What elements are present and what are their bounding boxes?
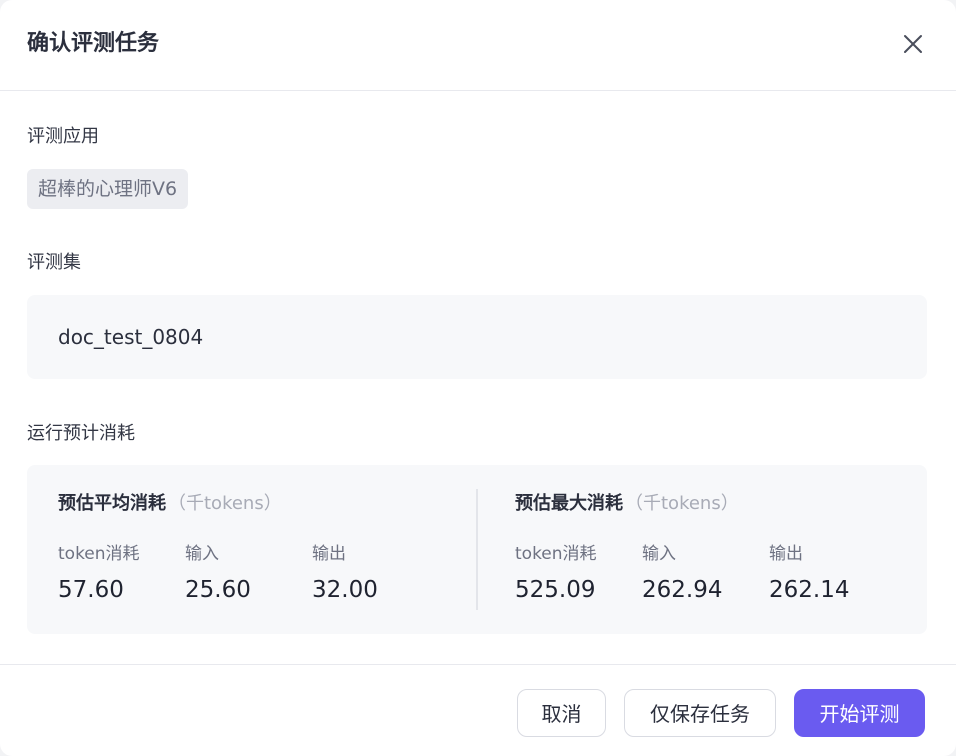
- average-cost-panel: 预估平均消耗 （千tokens） token消耗 57.60 输入 25.60 输…: [58, 491, 478, 611]
- cost-divider: [476, 489, 478, 610]
- average-cost-title: 预估平均消耗 （千tokens）: [58, 491, 282, 517]
- dialog-header: 确认评测任务: [0, 0, 956, 91]
- app-section-label: 评测应用: [27, 126, 99, 147]
- average-cost-unit: （千tokens）: [168, 493, 282, 514]
- metric-label: 输入: [642, 544, 676, 564]
- close-button[interactable]: [898, 29, 928, 59]
- max-cost-unit: （千tokens）: [625, 493, 739, 514]
- dataset-panel: doc_test_0804: [27, 295, 927, 379]
- metric-value: 57.60: [58, 577, 124, 603]
- max-cost-title: 预估最大消耗 （千tokens）: [515, 491, 739, 517]
- start-evaluation-button[interactable]: 开始评测: [794, 689, 925, 737]
- cost-panel: 预估平均消耗 （千tokens） token消耗 57.60 输入 25.60 输…: [27, 465, 927, 634]
- metric-label: 输出: [769, 544, 803, 564]
- confirm-evaluation-dialog: 确认评测任务 评测应用 超棒的心理师V6 评测集 doc_test_0804 运…: [0, 0, 956, 756]
- max-cost-panel: 预估最大消耗 （千tokens） token消耗 525.09 输入 262.94…: [515, 491, 935, 611]
- dataset-name: doc_test_0804: [58, 325, 204, 349]
- max-input-metric: 输入 262.94: [642, 542, 722, 604]
- metric-label: 输出: [312, 544, 346, 564]
- metric-value: 25.60: [185, 577, 251, 603]
- metric-value: 32.00: [312, 577, 378, 603]
- average-cost-title-text: 预估平均消耗: [58, 493, 166, 514]
- average-input-metric: 输入 25.60: [185, 542, 251, 604]
- max-cost-title-text: 预估最大消耗: [515, 493, 623, 514]
- metric-label: token消耗: [58, 544, 140, 564]
- metric-label: token消耗: [515, 544, 597, 564]
- metric-label: 输入: [185, 544, 219, 564]
- metric-value: 262.14: [769, 577, 850, 603]
- metric-value: 262.94: [642, 577, 723, 603]
- close-icon: [904, 35, 922, 53]
- dataset-section-label: 评测集: [27, 252, 81, 273]
- average-output-metric: 输出 32.00: [312, 542, 378, 604]
- cancel-button[interactable]: 取消: [517, 689, 606, 737]
- dialog-title: 确认评测任务: [27, 31, 160, 56]
- max-output-metric: 输出 262.14: [769, 542, 849, 604]
- dialog-footer: 取消 仅保存任务 开始评测: [0, 664, 956, 756]
- max-token-metric: token消耗 525.09: [515, 542, 597, 604]
- average-token-metric: token消耗 57.60: [58, 542, 140, 604]
- save-only-button[interactable]: 仅保存任务: [624, 689, 776, 737]
- metric-value: 525.09: [515, 577, 596, 603]
- cost-section-label: 运行预计消耗: [27, 423, 135, 444]
- app-name-tag: 超棒的心理师V6: [27, 169, 189, 209]
